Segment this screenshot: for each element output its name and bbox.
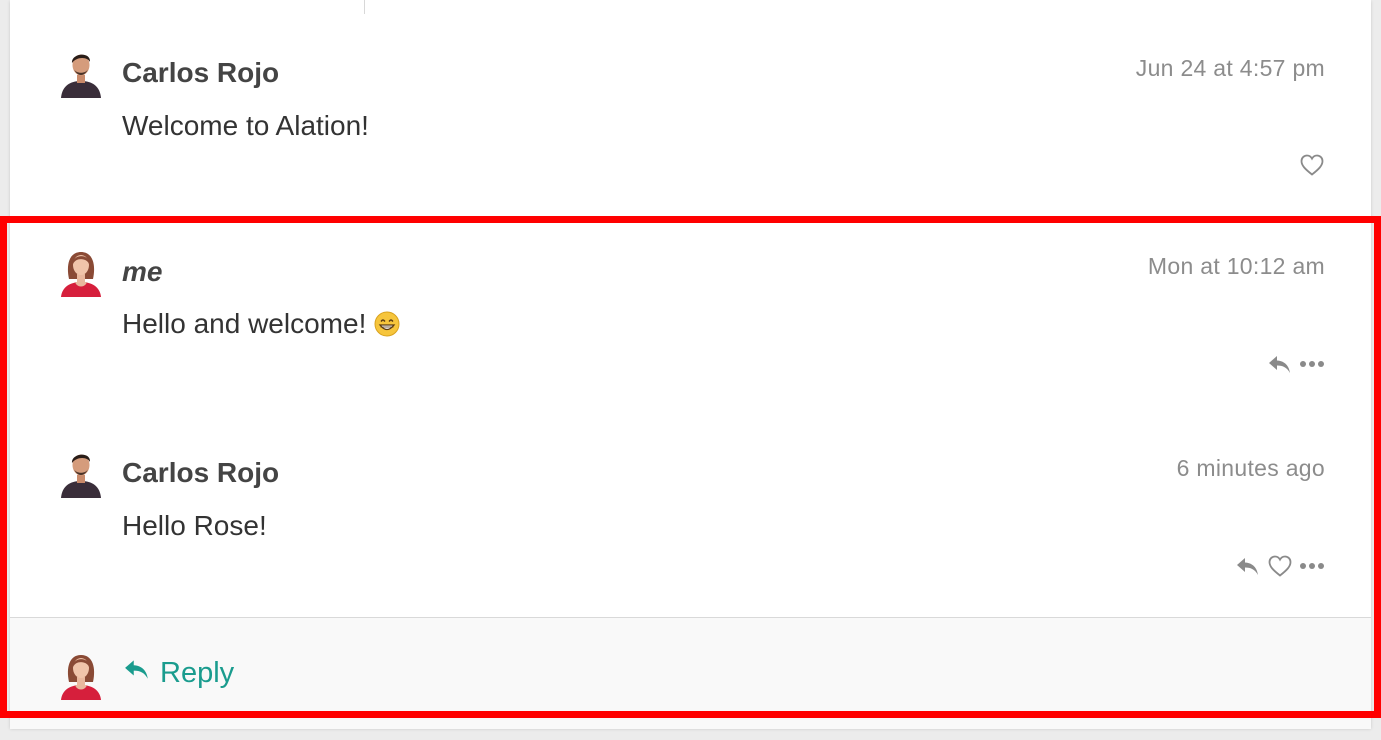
female-avatar-image bbox=[61, 655, 101, 700]
user-avatar[interactable] bbox=[60, 450, 102, 498]
post-actions bbox=[1267, 352, 1325, 376]
post-timestamp[interactable]: 6 minutes ago bbox=[1177, 455, 1325, 482]
heart-icon[interactable] bbox=[1267, 554, 1293, 578]
post-timestamp[interactable]: Mon at 10:12 am bbox=[1148, 253, 1325, 280]
reply-arrow-icon[interactable] bbox=[1235, 554, 1261, 578]
author-name[interactable]: me bbox=[122, 256, 162, 288]
female-avatar-image bbox=[61, 252, 101, 297]
reply-arrow-icon[interactable] bbox=[1267, 352, 1293, 376]
user-avatar[interactable] bbox=[60, 50, 102, 98]
message-body: Welcome to Alation! bbox=[122, 110, 369, 141]
message-text: Hello and welcome! bbox=[122, 308, 400, 340]
reply-button[interactable]: Reply bbox=[122, 656, 234, 690]
reply-footer: Reply bbox=[10, 617, 1371, 729]
conversation-card: Carlos Rojo Jun 24 at 4:57 pm Welcome to… bbox=[10, 0, 1371, 729]
grinning-face-emoji-icon bbox=[374, 311, 400, 337]
divider bbox=[364, 0, 365, 14]
more-dots-icon[interactable] bbox=[1299, 359, 1325, 369]
male-avatar-image bbox=[61, 54, 101, 98]
message-text: Welcome to Alation! bbox=[122, 110, 369, 142]
more-dots-icon[interactable] bbox=[1299, 561, 1325, 571]
current-user-avatar bbox=[60, 652, 102, 700]
post-timestamp[interactable]: Jun 24 at 4:57 pm bbox=[1136, 55, 1325, 82]
heart-icon[interactable] bbox=[1299, 153, 1325, 177]
reply-label: Reply bbox=[160, 656, 235, 689]
message-body: Hello Rose! bbox=[122, 510, 267, 541]
message-text: Hello Rose! bbox=[122, 510, 267, 542]
post-actions bbox=[1235, 554, 1325, 578]
message-body: Hello and welcome! bbox=[122, 308, 367, 339]
author-name[interactable]: Carlos Rojo bbox=[122, 457, 279, 489]
user-avatar[interactable] bbox=[60, 249, 102, 297]
post-actions bbox=[1299, 153, 1325, 177]
male-avatar-image bbox=[61, 454, 101, 498]
reply-arrow-icon bbox=[122, 656, 152, 690]
author-name[interactable]: Carlos Rojo bbox=[122, 57, 279, 89]
